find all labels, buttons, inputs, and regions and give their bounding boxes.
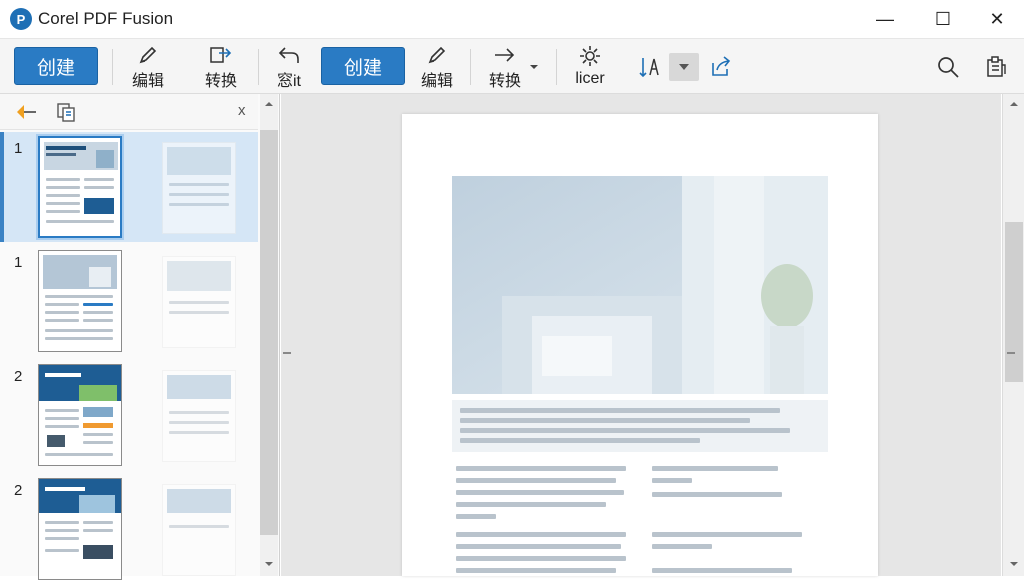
- close-button[interactable]: ✕: [974, 0, 1020, 38]
- toolbar-divider: [112, 49, 113, 85]
- scrollbar-thumb[interactable]: [260, 130, 278, 535]
- toolbar-divider: [556, 49, 557, 85]
- arrow-right-icon: [492, 43, 518, 66]
- toolbar-divider: [258, 49, 259, 85]
- page-thumbnail[interactable]: [38, 478, 122, 580]
- page-number: 1: [14, 254, 23, 271]
- pages-icon: [57, 103, 75, 122]
- scroll-up-icon[interactable]: [1003, 98, 1024, 110]
- splitter-handle[interactable]: [1007, 352, 1015, 354]
- window-title: Corel PDF Fusion: [38, 9, 174, 28]
- page-preview-ghost: [162, 484, 236, 576]
- page-thumbnails-panel: x 1 1 2 2: [0, 94, 280, 580]
- page-thumbnail-row[interactable]: 1: [0, 246, 258, 356]
- page-preview-ghost: [162, 370, 236, 462]
- page-number: 1: [14, 140, 23, 157]
- create-button[interactable]: 创建: [14, 47, 98, 85]
- scroll-down-icon[interactable]: [1003, 558, 1024, 570]
- edit-tool-button-2[interactable]: 编辑: [409, 43, 465, 91]
- edit-label-2: 编辑: [420, 73, 453, 90]
- splitter-handle[interactable]: [283, 352, 291, 354]
- edit-label: 编辑: [131, 73, 164, 90]
- arrow-left-icon: [17, 105, 36, 119]
- create-button-2[interactable]: 创建: [321, 47, 405, 85]
- sort-button[interactable]: [635, 53, 663, 81]
- pencil-icon: [426, 43, 448, 66]
- scroll-down-icon[interactable]: [260, 558, 278, 570]
- minimize-button[interactable]: —: [862, 0, 908, 38]
- gear-icon: [578, 43, 602, 69]
- page-thumbnail-row[interactable]: 1: [0, 132, 258, 242]
- page-thumbnail[interactable]: [38, 250, 122, 352]
- licer-label: licer: [575, 70, 605, 87]
- chevron-down-icon: [530, 65, 538, 69]
- undo-icon: [277, 43, 301, 66]
- share-button[interactable]: [707, 53, 735, 81]
- pencil-icon: [137, 43, 159, 66]
- convert-label-2: 转换: [488, 73, 521, 90]
- clipboard-button[interactable]: [982, 53, 1010, 81]
- convert-dropdown-button[interactable]: [524, 53, 544, 81]
- page-thumbnail-row[interactable]: 2: [0, 474, 258, 584]
- convert-tool-button[interactable]: 转换: [193, 43, 249, 91]
- clipboard-icon: [987, 56, 1006, 77]
- back-button[interactable]: [12, 98, 40, 126]
- licer-tool-button[interactable]: licer: [562, 43, 618, 91]
- page-preview-ghost: [162, 142, 236, 234]
- search-icon: [938, 57, 959, 78]
- page-thumbnail[interactable]: [38, 136, 122, 238]
- convert-icon: [209, 43, 233, 66]
- page-options-button[interactable]: [52, 98, 80, 126]
- app-logo-icon: P: [10, 8, 32, 30]
- maximize-button[interactable]: ☐: [920, 0, 966, 38]
- view-dropdown-button[interactable]: [669, 53, 699, 81]
- scrollbar-thumb[interactable]: [1005, 222, 1023, 382]
- panel-header: x: [0, 94, 258, 130]
- page-number: 2: [14, 482, 23, 499]
- chevron-down-icon: [679, 64, 689, 70]
- document-scrollbar[interactable]: [1002, 94, 1024, 576]
- close-panel-button[interactable]: x: [238, 102, 246, 119]
- caption-block: [452, 400, 828, 452]
- undo-label: 窓it: [276, 73, 301, 90]
- page-thumbnail-row[interactable]: 2: [0, 360, 258, 470]
- main-toolbar: 创建 编辑 转换 窓it 创建 编辑 转换 licer: [0, 38, 1024, 94]
- edit-tool-button[interactable]: 编辑: [120, 43, 176, 91]
- document-page[interactable]: [402, 114, 878, 576]
- undo-tool-button[interactable]: 窓it: [261, 43, 317, 91]
- title-bar: P Corel PDF Fusion — ☐ ✕: [0, 0, 1024, 38]
- share-icon: [712, 56, 731, 76]
- page-hero-image: [452, 176, 828, 394]
- sidebar-scrollbar[interactable]: [260, 94, 278, 576]
- toolbar-divider: [470, 49, 471, 85]
- convert-label: 转换: [204, 73, 237, 90]
- sort-icon: [639, 58, 659, 78]
- page-thumbnail[interactable]: [38, 364, 122, 466]
- page-number: 2: [14, 368, 23, 385]
- scroll-up-icon[interactable]: [260, 98, 278, 110]
- search-button[interactable]: [934, 53, 962, 81]
- page-preview-ghost: [162, 256, 236, 348]
- document-canvas[interactable]: [281, 94, 1001, 576]
